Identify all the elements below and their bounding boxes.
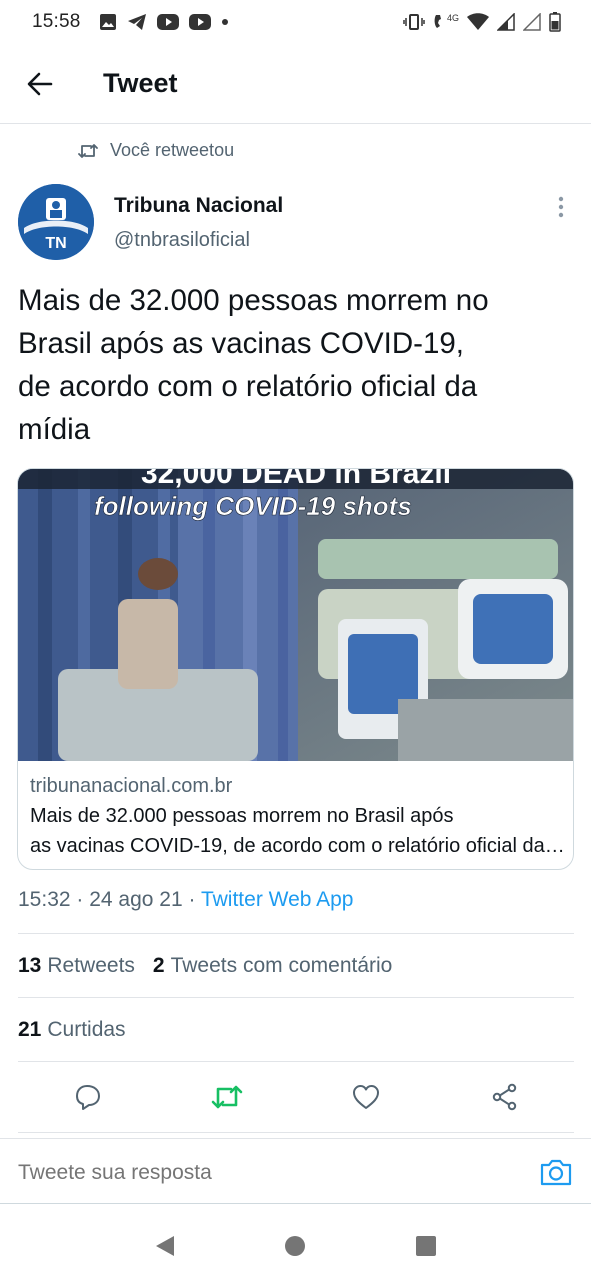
card-image[interactable]: 32,000 DEAD in Brazil following COVID-19… xyxy=(18,469,573,761)
camera-icon xyxy=(540,1159,572,1186)
telegram-icon xyxy=(127,14,146,30)
tweet-text-line: Brasil após as vacinas COVID-19, xyxy=(18,327,464,360)
card-image-headline: following COVID-19 shots xyxy=(94,491,412,521)
tweet-time: 15:32 xyxy=(18,888,71,911)
youtube-icon xyxy=(156,14,179,30)
status-bar: 15:58 4G xyxy=(0,0,591,44)
triangle-back-icon xyxy=(156,1236,175,1256)
network-label: 4G xyxy=(446,13,459,23)
retweet-button[interactable] xyxy=(203,1073,251,1121)
reply-bar xyxy=(0,1138,591,1204)
gallery-icon xyxy=(99,14,116,30)
retweet-icon xyxy=(211,1085,242,1109)
tribuna-nacional-logo: TN xyxy=(18,184,94,260)
tweet-meta: 15:32 · 24 ago 21 · Twitter Web App xyxy=(18,888,354,912)
tweet-source-link[interactable]: Twitter Web App xyxy=(201,888,354,911)
square-recents-icon xyxy=(415,1236,436,1256)
circle-home-icon xyxy=(285,1236,306,1256)
nav-home-button[interactable] xyxy=(275,1226,315,1266)
tweet-text-line: mídia xyxy=(18,413,91,446)
share-button[interactable] xyxy=(481,1073,529,1121)
link-preview-card[interactable]: 32,000 DEAD in Brazil following COVID-19… xyxy=(17,468,574,870)
tweet-text-line: de acordo com o relatório oficial da xyxy=(18,370,478,403)
reply-icon xyxy=(75,1085,100,1110)
card-title-line: Mais de 32.000 pessoas morrem no Brasil … xyxy=(30,805,454,827)
retweeted-by-label: Você retweetou xyxy=(78,140,234,161)
tweet-author: TN Tribuna Nacional @tnbrasiloficial xyxy=(18,184,573,260)
camera-button[interactable] xyxy=(539,1157,573,1187)
meta-separator: · xyxy=(70,888,90,911)
retweets-count: 13 xyxy=(18,953,42,977)
likes-count: 21 xyxy=(18,1017,42,1041)
share-icon xyxy=(492,1083,516,1111)
card-image-headline-top: 32,000 DEAD in Brazil xyxy=(141,469,451,490)
retweet-icon xyxy=(78,143,98,158)
retweets-label: Retweets xyxy=(47,953,135,977)
volte-icon: 4G xyxy=(433,13,459,31)
battery-icon xyxy=(549,12,561,32)
system-icons: 4G xyxy=(403,12,561,32)
reply-input[interactable] xyxy=(18,1161,498,1185)
avatar-text: TN xyxy=(45,235,66,252)
card-domain: tribunanacional.com.br xyxy=(30,775,233,797)
system-nav-bar xyxy=(0,1212,591,1280)
stats-row-retweets: 13 Retweets 2 Tweets com comentário xyxy=(18,933,574,997)
heart-icon xyxy=(352,1085,379,1109)
quotes-stat[interactable]: 2 Tweets com comentário xyxy=(153,954,392,978)
tweet-actions xyxy=(18,1061,574,1133)
meta-separator: · xyxy=(182,888,201,911)
avatar[interactable]: TN xyxy=(18,184,94,260)
reply-button[interactable] xyxy=(64,1073,112,1121)
card-title: Mais de 32.000 pessoas morrem no Brasil … xyxy=(30,802,565,861)
more-options-button[interactable] xyxy=(549,192,573,222)
like-button[interactable] xyxy=(342,1073,390,1121)
vibrate-icon xyxy=(403,14,425,30)
youtube-icon xyxy=(188,14,211,30)
notification-icons xyxy=(99,13,229,31)
more-vertical-icon xyxy=(558,196,564,218)
nav-recents-button[interactable] xyxy=(406,1226,446,1266)
stats-row-likes: 21 Curtidas xyxy=(18,997,574,1061)
quotes-count: 2 xyxy=(152,953,165,977)
card-title-line: as vacinas COVID-19, de acordo com o rel… xyxy=(30,834,565,857)
nav-back-button[interactable] xyxy=(145,1226,185,1266)
status-time: 15:58 xyxy=(32,11,81,32)
retweets-stat[interactable]: 13 Retweets xyxy=(18,954,135,978)
author-handle[interactable]: @tnbrasiloficial xyxy=(114,229,250,252)
tweet-text: Mais de 32.000 pessoas morrem no Brasil … xyxy=(18,279,578,451)
likes-stat[interactable]: 21 Curtidas xyxy=(18,1018,126,1042)
signal-icon xyxy=(497,13,515,31)
likes-label: Curtidas xyxy=(47,1017,126,1041)
page-title: Tweet xyxy=(103,68,178,98)
quotes-label: Tweets com comentário xyxy=(170,953,393,977)
author-name[interactable]: Tribuna Nacional xyxy=(114,194,283,218)
signal-icon xyxy=(523,13,541,31)
tweet-text-line: Mais de 32.000 pessoas morrem no xyxy=(18,284,489,317)
back-button[interactable] xyxy=(18,62,62,106)
tweet-date: 24 ago 21 xyxy=(89,888,183,911)
retweeted-by-text: Você retweetou xyxy=(110,140,235,160)
dot-icon xyxy=(221,19,228,25)
app-header: Tweet xyxy=(0,44,591,124)
wifi-icon xyxy=(467,13,489,30)
hospital-ward-image: 32,000 DEAD in Brazil following COVID-19… xyxy=(18,469,573,761)
arrow-left-icon xyxy=(27,72,53,95)
